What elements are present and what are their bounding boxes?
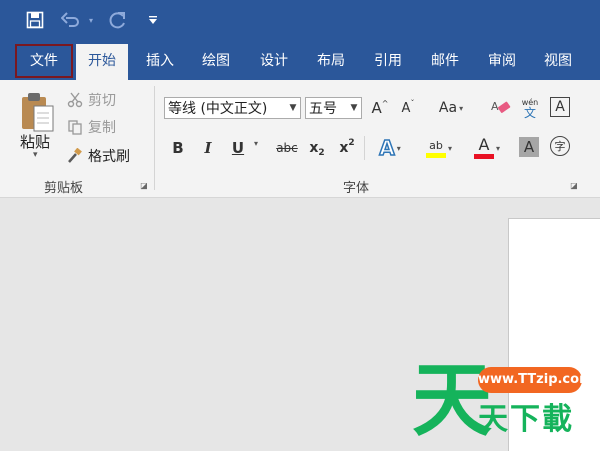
chevron-down-icon[interactable]: ▼	[286, 98, 300, 118]
phonetic-guide-char: 文	[523, 106, 536, 120]
paste-dropdown-icon[interactable]: ▾	[33, 150, 38, 160]
paste-icon[interactable]	[16, 88, 58, 136]
highlight-icon-label: ab	[429, 138, 443, 152]
subscript-base: x	[309, 140, 319, 156]
tab-home[interactable]: 开始	[76, 44, 128, 80]
superscript-mark: 2	[348, 138, 355, 148]
highlighter-icon: ab	[425, 138, 446, 158]
font-name-box[interactable]: 等线 (中文正文) ▼	[164, 97, 301, 119]
shrink-font-button[interactable]: Aˇ	[397, 97, 419, 119]
chevron-down-icon: ▾	[459, 103, 464, 113]
watermark-text: 天下載	[478, 402, 574, 437]
tab-mailings[interactable]: 邮件	[419, 42, 471, 80]
group-divider	[154, 86, 155, 190]
font-group-label: 字体	[343, 181, 370, 196]
shrink-font-icon: A	[401, 100, 411, 116]
italic-button[interactable]: I	[198, 137, 218, 159]
scissors-icon	[66, 91, 84, 109]
chevron-down-icon[interactable]: ▼	[347, 98, 361, 118]
phonetic-guide-button[interactable]: wén 文	[518, 96, 542, 122]
format-painter-label: 格式刷	[88, 149, 130, 165]
subscript-mark: 2	[318, 148, 325, 158]
tab-view[interactable]: 视图	[532, 42, 584, 80]
format-painter-button[interactable]: 格式刷	[66, 146, 130, 166]
tab-layout[interactable]: 布局	[305, 42, 357, 80]
clipboard-group-label: 剪贴板	[44, 181, 84, 196]
tab-file[interactable]: 文件	[15, 44, 73, 78]
font-color-label: A	[478, 135, 490, 154]
cut-label: 剪切	[88, 93, 116, 109]
redo-icon[interactable]	[105, 8, 131, 32]
tab-review[interactable]: 审阅	[476, 42, 528, 80]
text-effects-icon: A	[378, 135, 395, 161]
grow-font-icon: A	[371, 99, 382, 117]
font-divider	[364, 136, 365, 160]
clear-formatting-button[interactable]: A	[489, 97, 513, 119]
save-icon[interactable]	[22, 8, 48, 32]
customize-qat-icon[interactable]	[146, 8, 160, 32]
paste-button[interactable]: 粘贴	[20, 131, 50, 152]
font-color-icon: A	[473, 135, 494, 159]
grow-font-button[interactable]: A ^	[369, 97, 391, 119]
change-case-button[interactable]: Aa ▾	[433, 97, 469, 119]
chevron-down-icon: ▾	[396, 143, 401, 153]
copy-label: 复制	[88, 120, 116, 136]
strikethrough-button[interactable]: abc	[274, 137, 300, 159]
tab-design[interactable]: 设计	[248, 42, 300, 80]
text-effects-button[interactable]: A ▾	[372, 135, 408, 161]
format-painter-icon	[66, 147, 84, 165]
superscript-base: x	[339, 140, 349, 156]
underline-dropdown-icon[interactable]: ▾	[254, 139, 258, 148]
change-case-label: Aa	[438, 100, 458, 116]
subscript-button[interactable]: x2	[306, 137, 328, 159]
bold-button[interactable]: B	[168, 137, 188, 159]
clipboard-launcher-icon[interactable]: ◪	[139, 181, 149, 191]
cut-button[interactable]: 剪切	[66, 90, 116, 110]
font-name-value: 等线 (中文正文)	[168, 101, 268, 117]
character-border-button[interactable]: A	[550, 97, 570, 117]
superscript-button[interactable]: x2	[336, 137, 358, 159]
font-launcher-icon[interactable]: ◪	[569, 181, 579, 191]
tab-draw[interactable]: 绘图	[190, 42, 242, 80]
character-shading-button[interactable]: A	[519, 137, 539, 157]
font-size-value: 五号	[309, 101, 337, 117]
tab-references[interactable]: 引用	[362, 42, 414, 80]
svg-text:A: A	[491, 100, 499, 113]
chevron-down-icon: ▾	[447, 143, 452, 153]
tab-insert[interactable]: 插入	[134, 42, 186, 80]
underline-button[interactable]: U	[228, 137, 248, 159]
eraser-icon: A	[491, 100, 511, 113]
ribbon-tabs: 文件 开始 插入 绘图 设计 布局 引用 邮件 审阅 视图	[0, 42, 600, 80]
enclose-characters-button[interactable]: 字	[550, 136, 570, 156]
copy-button[interactable]: 复制	[66, 117, 116, 137]
copy-icon	[66, 118, 84, 136]
watermark-url: www.TTzip.com	[478, 367, 593, 393]
highlight-button[interactable]: ab ▾	[418, 134, 460, 162]
undo-dropdown-icon[interactable]: ▾	[85, 8, 97, 32]
font-size-box[interactable]: 五号 ▼	[305, 97, 362, 119]
undo-icon[interactable]	[58, 8, 84, 32]
font-color-button[interactable]: A ▾	[466, 134, 508, 162]
chevron-down-icon: ▾	[495, 143, 500, 153]
title-bar: ▾	[0, 0, 600, 42]
